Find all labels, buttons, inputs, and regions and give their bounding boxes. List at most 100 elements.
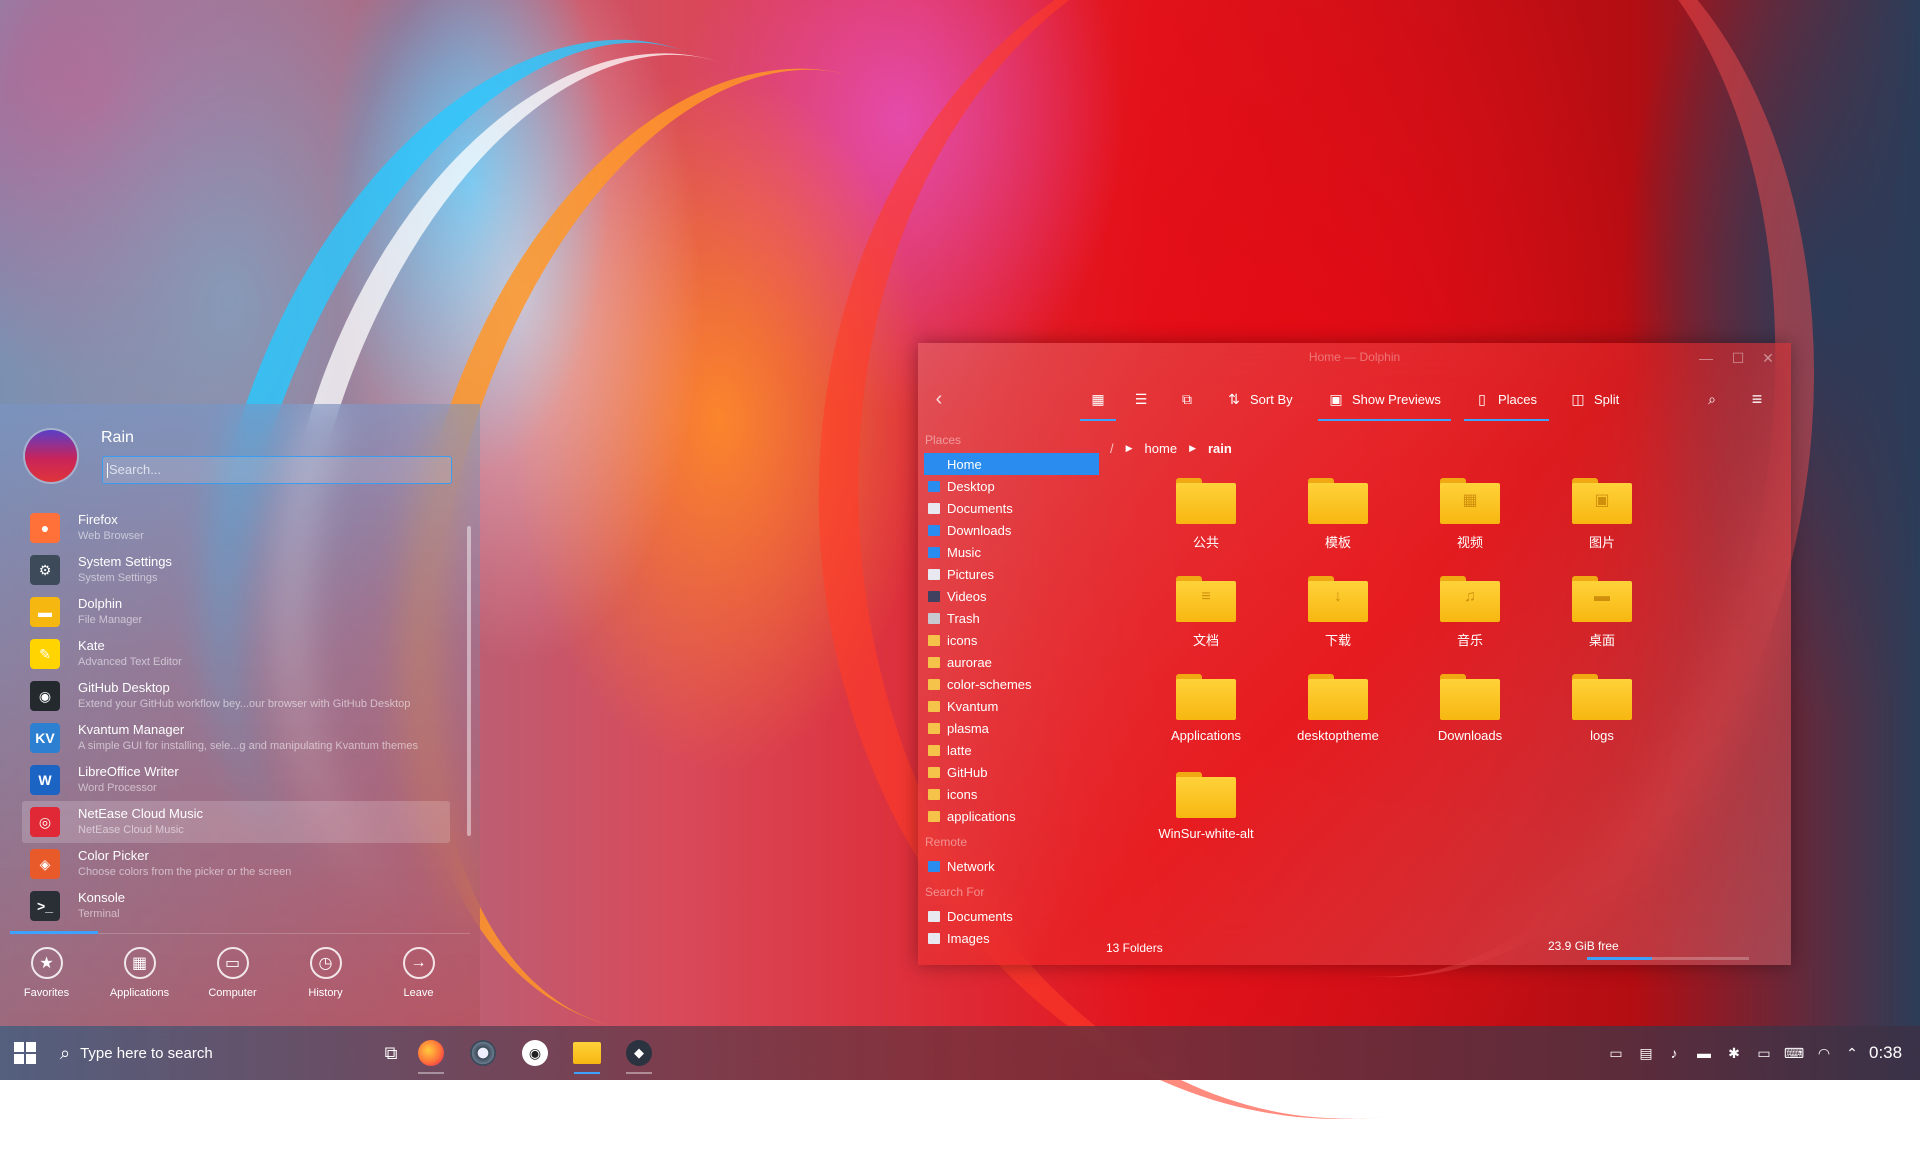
folder-item[interactable]: 模板 — [1272, 478, 1404, 576]
maximize-button[interactable]: ☐ — [1728, 348, 1748, 368]
keyboard-tray-icon[interactable]: ⌨ — [1784, 1043, 1804, 1063]
place-item[interactable]: Trash — [924, 607, 1104, 629]
place-item[interactable]: icons — [924, 629, 1104, 651]
app-item[interactable]: ✎ Kate Advanced Text Editor — [22, 633, 450, 675]
folder-item[interactable]: logs — [1536, 674, 1668, 772]
breadcrumb-segment[interactable]: / — [1110, 441, 1114, 456]
taskbar-system-settings[interactable] — [464, 1034, 502, 1072]
places-button[interactable]: ▯ Places — [1464, 381, 1550, 421]
place-item[interactable]: Documents — [924, 497, 1104, 519]
search-button[interactable]: ⌕ — [1705, 381, 1727, 417]
folder-item[interactable]: 公共 — [1140, 478, 1272, 576]
folder-item[interactable]: Downloads — [1404, 674, 1536, 772]
place-item[interactable]: Pictures — [924, 563, 1104, 585]
place-item[interactable]: plasma — [924, 717, 1104, 739]
folder-icon: ▬ — [30, 597, 60, 627]
places-label: Places — [1498, 391, 1538, 407]
taskbar-tux-app[interactable]: ◆ — [620, 1034, 658, 1074]
minimize-button[interactable]: — — [1696, 348, 1716, 368]
app-item[interactable]: ▬ Dolphin File Manager — [22, 591, 450, 633]
app-item[interactable]: ● Firefox Web Browser — [22, 507, 450, 549]
app-item[interactable]: >_ Konsole Terminal — [22, 885, 450, 927]
breadcrumb-segment[interactable]: rain — [1208, 441, 1232, 456]
taskbar-search-box[interactable]: ⌕ Type here to search — [52, 1026, 372, 1080]
user-avatar[interactable] — [25, 430, 77, 482]
clipboard-tray-icon[interactable]: ▤ — [1636, 1043, 1656, 1063]
bluetooth-tray-icon[interactable]: ✱ — [1724, 1043, 1744, 1063]
app-item[interactable]: ◎ NetEase Cloud Music NetEase Cloud Music — [22, 801, 450, 843]
breadcrumb-separator-icon[interactable]: ▶ — [1126, 443, 1133, 454]
breadcrumb-segment[interactable]: home — [1145, 441, 1178, 456]
app-description: Word Processor — [78, 782, 157, 794]
place-item[interactable]: Desktop — [924, 475, 1104, 497]
display-tray-icon[interactable]: ▭ — [1754, 1043, 1774, 1063]
clock[interactable]: 0:38 — [1869, 1043, 1902, 1063]
app-item[interactable]: W LibreOffice Writer Word Processor — [22, 759, 450, 801]
tray-expand-icon[interactable]: ⌃ — [1842, 1043, 1862, 1063]
folder-item[interactable]: desktoptheme — [1272, 674, 1404, 772]
app-text: Kate Advanced Text Editor — [78, 638, 182, 670]
taskbar-github-desktop[interactable]: ◉ — [516, 1034, 554, 1072]
app-item[interactable]: KV Kvantum Manager A simple GUI for instal… — [22, 717, 450, 759]
folder-item[interactable]: ▦ 视频 — [1404, 478, 1536, 576]
breadcrumb-separator-icon[interactable]: ▶ — [1189, 443, 1196, 454]
folder-icon — [573, 1042, 601, 1064]
tab-applications[interactable]: ▦ Applications — [93, 944, 186, 1024]
place-item[interactable]: color-schemes — [924, 673, 1104, 695]
app-text: System Settings System Settings — [78, 554, 172, 586]
taskbar-search-placeholder: Type here to search — [80, 1044, 213, 1062]
back-button[interactable]: ‹ — [932, 381, 954, 417]
place-item[interactable]: Music — [924, 541, 1104, 563]
place-item[interactable]: Documents — [924, 905, 1104, 927]
place-label: Documents — [947, 500, 1013, 516]
compact-view-button[interactable]: ☰ — [1126, 381, 1156, 417]
split-button[interactable]: ◫ Split — [1570, 381, 1619, 417]
notifications-tray-icon[interactable]: ▭ — [1606, 1043, 1626, 1063]
place-item[interactable]: Images — [924, 927, 1104, 949]
netease-music-icon: ◎ — [30, 807, 60, 837]
place-item[interactable]: Kvantum — [924, 695, 1104, 717]
start-button[interactable] — [6, 1034, 44, 1072]
tab-computer[interactable]: ▭ Computer — [186, 944, 279, 1024]
folder-item[interactable]: ≡ 文档 — [1140, 576, 1272, 674]
place-item[interactable]: icons — [924, 783, 1104, 805]
place-label: color-schemes — [947, 676, 1032, 692]
taskbar-firefox[interactable] — [412, 1034, 450, 1074]
icons-view-button[interactable]: ▦ — [1080, 381, 1116, 421]
window-titlebar[interactable]: Home — Dolphin — ☐ ✕ — [918, 343, 1791, 373]
details-view-button[interactable]: ⧉ — [1172, 381, 1202, 417]
sort-by-button[interactable]: ⇅ Sort By — [1226, 381, 1293, 417]
battery-tray-icon[interactable]: ▬ — [1694, 1043, 1714, 1063]
close-button[interactable]: ✕ — [1758, 348, 1778, 368]
folder-item[interactable]: ▣ 图片 — [1536, 478, 1668, 576]
show-previews-button[interactable]: ▣ Show Previews — [1318, 381, 1451, 421]
tab-leave[interactable]: → Leave — [372, 944, 465, 1024]
place-item[interactable]: Home — [924, 453, 1099, 475]
taskbar-dolphin[interactable] — [568, 1034, 606, 1074]
network-tray-icon[interactable]: ◠ — [1814, 1043, 1834, 1063]
app-item[interactable]: ◉ GitHub Desktop Extend your GitHub workfl… — [22, 675, 450, 717]
place-item[interactable]: Videos — [924, 585, 1104, 607]
folder-item[interactable]: ♫ 音乐 — [1404, 576, 1536, 674]
folder-item[interactable]: WinSur-white-alt — [1140, 772, 1272, 870]
folder-item[interactable]: ↓ 下载 — [1272, 576, 1404, 674]
place-item[interactable]: aurorae — [924, 651, 1104, 673]
task-view-button[interactable]: ⧉ — [372, 1034, 410, 1072]
start-search-input[interactable]: Search... — [102, 456, 452, 484]
folder-icon — [1176, 772, 1236, 818]
place-item[interactable]: Downloads — [924, 519, 1104, 541]
place-item[interactable]: Network — [924, 855, 1104, 877]
place-item[interactable]: latte — [924, 739, 1104, 761]
folder-item[interactable]: Applications — [1140, 674, 1272, 772]
app-item[interactable]: ⚙ System Settings System Settings — [22, 549, 450, 591]
app-item[interactable]: ◈ Color Picker Choose colors from the pick… — [22, 843, 450, 885]
folder-item[interactable]: ▬ 桌面 — [1536, 576, 1668, 674]
github-icon: ◉ — [30, 681, 60, 711]
hamburger-menu-button[interactable]: ≡ — [1750, 381, 1772, 417]
volume-tray-icon[interactable]: ♪ — [1664, 1043, 1684, 1063]
app-list-scrollbar[interactable] — [467, 526, 471, 836]
place-item[interactable]: GitHub — [924, 761, 1104, 783]
place-item[interactable]: applications — [924, 805, 1104, 827]
tab-favorites[interactable]: ★ Favorites — [0, 944, 93, 1024]
tab-history[interactable]: ◷ History — [279, 944, 372, 1024]
